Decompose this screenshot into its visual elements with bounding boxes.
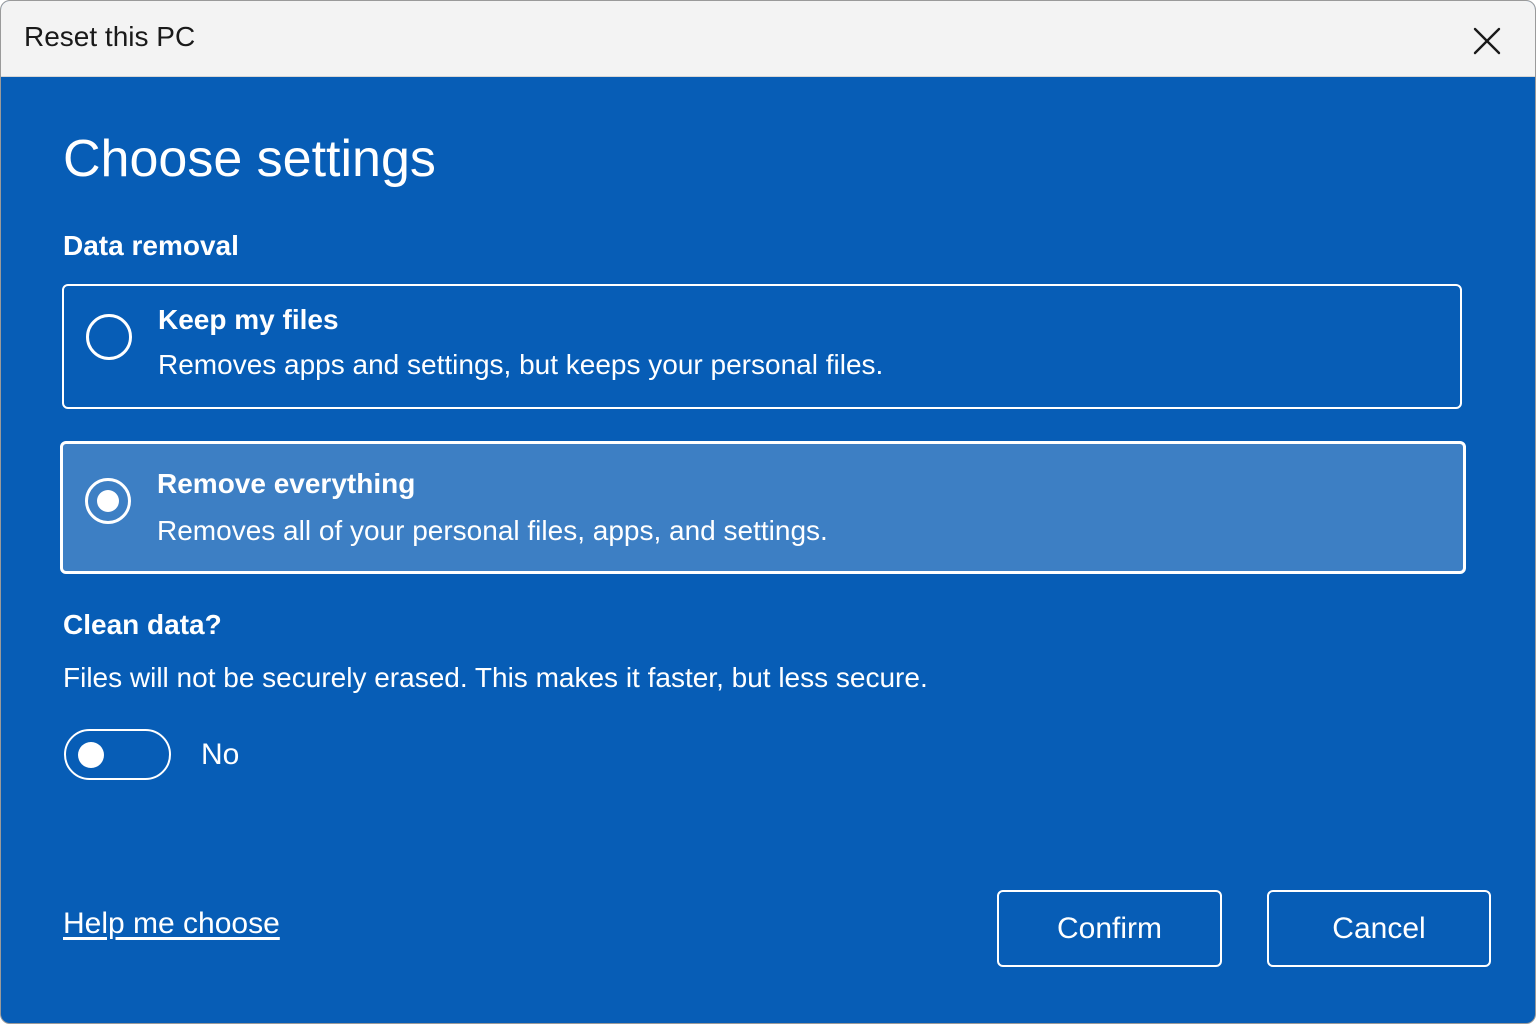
clean-data-toggle[interactable] <box>64 729 171 780</box>
window-title: Reset this PC <box>24 21 196 52</box>
close-button[interactable] <box>1467 21 1507 61</box>
radio-remove-everything[interactable] <box>85 478 131 524</box>
option-title: Keep my files <box>158 304 339 335</box>
clean-data-label: Clean data? <box>63 609 222 640</box>
toggle-knob <box>78 742 104 768</box>
radio-selected-dot <box>97 490 119 512</box>
option-remove-everything[interactable]: Remove everything Removes all of your pe… <box>60 441 1466 574</box>
reset-pc-dialog: Reset this PC Choose settings Data remov… <box>0 0 1536 1024</box>
option-title: Remove everything <box>157 468 416 499</box>
cancel-button[interactable]: Cancel <box>1267 890 1491 967</box>
close-icon <box>1473 27 1501 55</box>
confirm-button[interactable]: Confirm <box>997 890 1222 967</box>
radio-keep-my-files[interactable] <box>86 314 132 360</box>
toggle-state-label: No <box>201 738 240 771</box>
option-description: Removes all of your personal files, apps… <box>157 515 828 546</box>
page-title: Choose settings <box>63 130 436 188</box>
help-me-choose-link[interactable]: Help me choose <box>63 907 280 941</box>
option-keep-my-files[interactable]: Keep my files Removes apps and settings,… <box>62 284 1462 409</box>
data-removal-label: Data removal <box>63 230 239 261</box>
clean-data-description: Files will not be securely erased. This … <box>63 662 928 693</box>
dialog-content: Choose settings Data removal Keep my fil… <box>1 77 1535 1023</box>
title-bar: Reset this PC <box>1 1 1535 77</box>
option-description: Removes apps and settings, but keeps you… <box>158 349 884 380</box>
